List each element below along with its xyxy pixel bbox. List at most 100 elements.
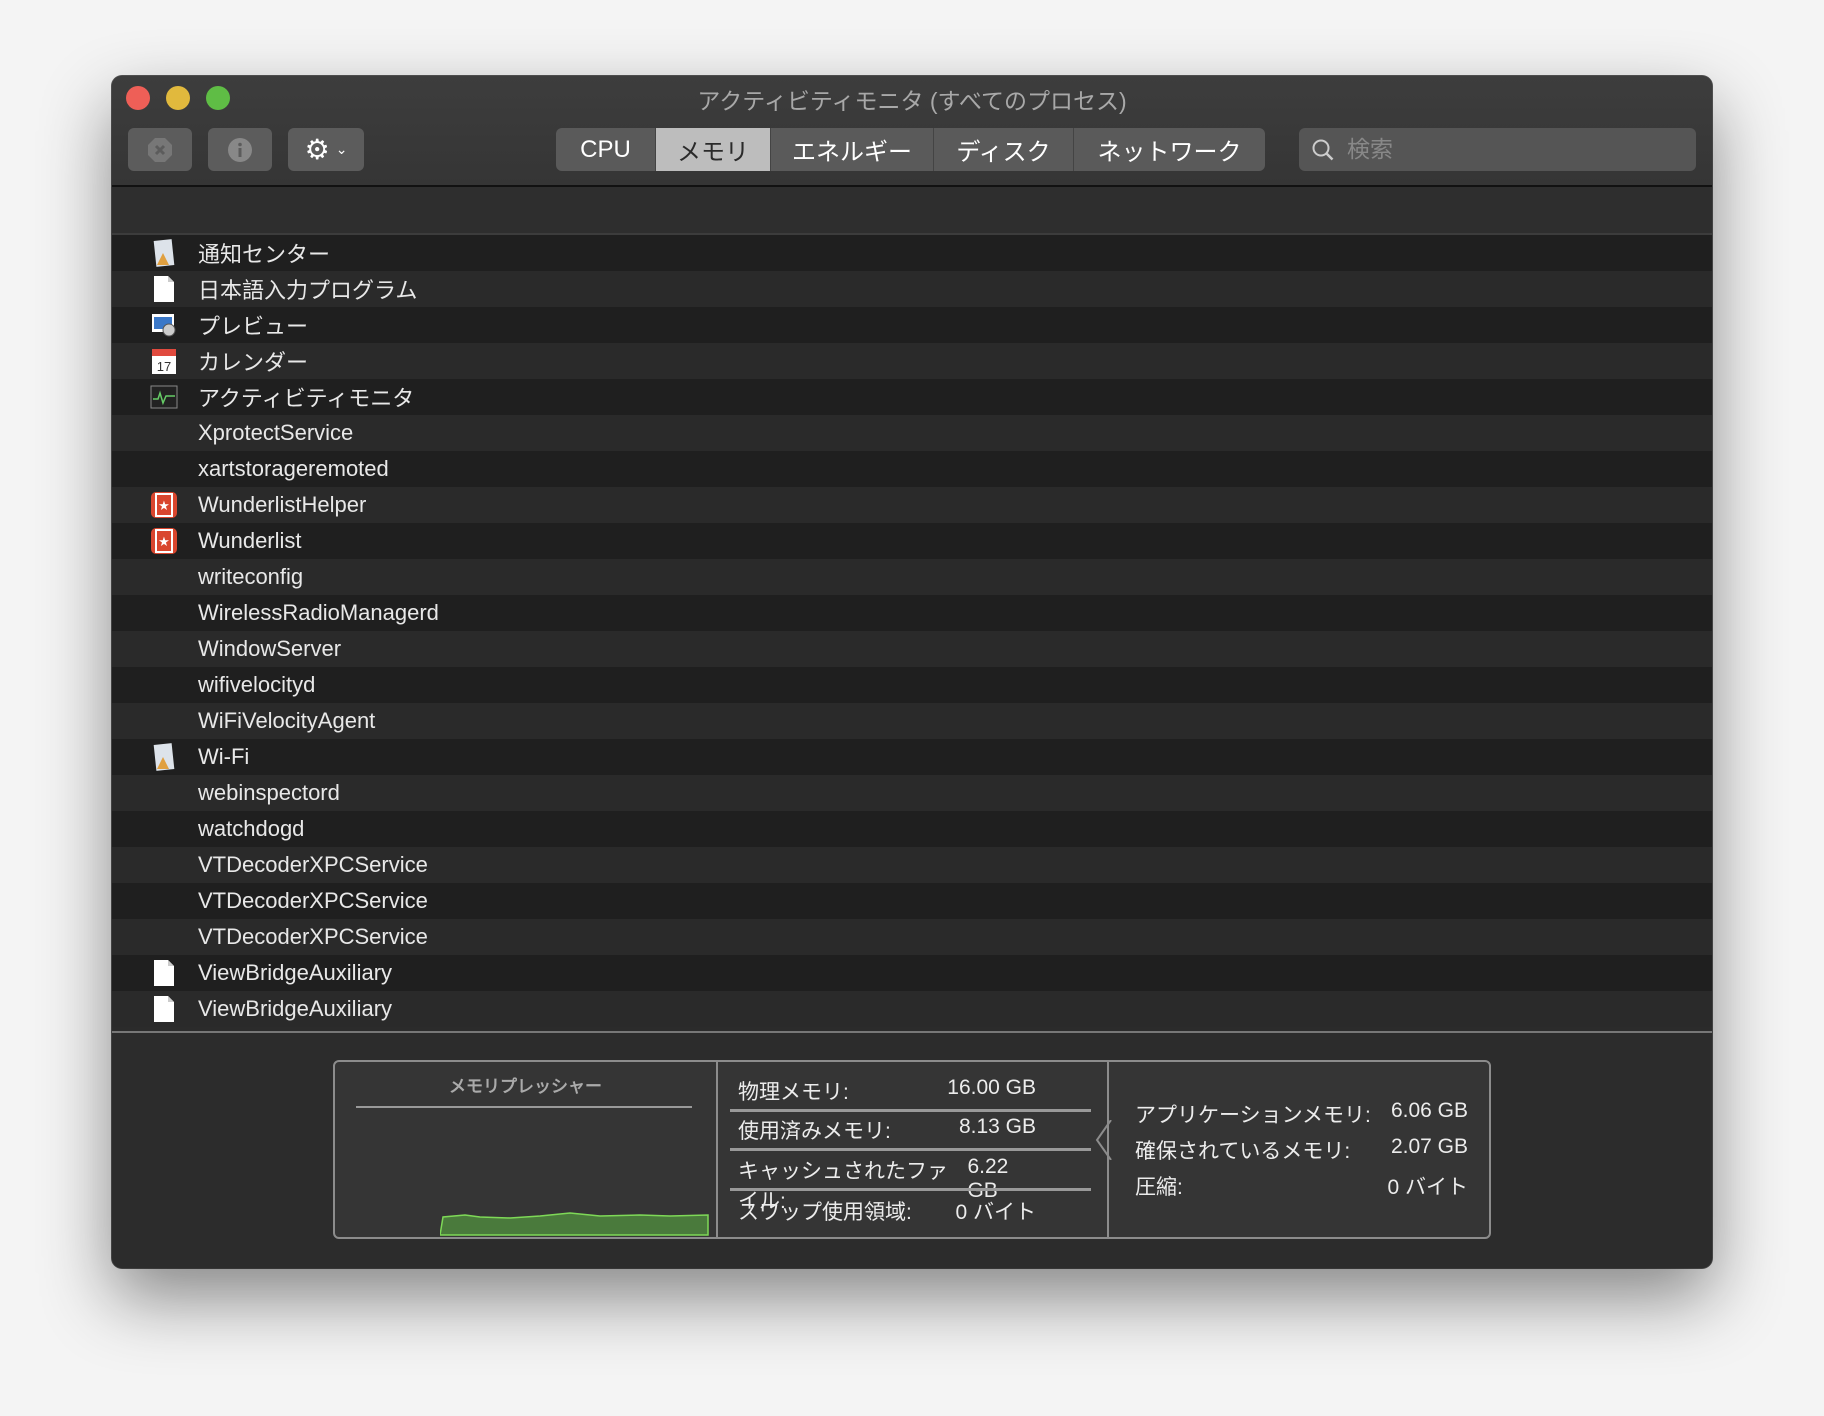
blank-icon [150, 707, 178, 735]
blank-icon [150, 851, 178, 879]
memory-stat: 物理メモリ: 16.00 GB [738, 1076, 1036, 1106]
process-name: Wunderlist [198, 528, 302, 553]
svg-text:★: ★ [158, 534, 170, 549]
svg-text:★: ★ [158, 498, 170, 513]
info-button[interactable] [208, 128, 272, 171]
process-name: 日本語入力プログラム [198, 278, 418, 303]
search-field[interactable] [1299, 128, 1696, 171]
memory-panel: メモリプレッシャー 物理メモリ: 16.00 GB 使用済みメモリ: 8.13 GB キ… [333, 1060, 1491, 1239]
process-row[interactable]: watchdogd [112, 811, 1712, 847]
svg-text:17: 17 [157, 359, 171, 374]
process-row[interactable]: 日本語入力プログラム [112, 271, 1712, 307]
doc-icon [150, 995, 178, 1023]
app-generic-icon [150, 743, 178, 771]
process-name: XprotectService [198, 420, 354, 445]
process-row[interactable]: WirelessRadioManagerd [112, 595, 1712, 631]
process-name: WindowServer [198, 636, 342, 661]
process-row[interactable]: Wi-Fi [112, 739, 1712, 775]
process-row[interactable]: WiFiVelocityAgent [112, 703, 1712, 739]
memory-pressure-graph [440, 1212, 709, 1236]
process-name: 通知センター [198, 242, 331, 267]
calendar-icon: 17 [150, 347, 178, 375]
process-name: WunderlistHelper [198, 492, 367, 517]
process-name: WiFiVelocityAgent [198, 708, 376, 733]
process-row[interactable]: VTDecoderXPCService [112, 847, 1712, 883]
breakdown-value: 6.06 GB [1390, 1099, 1468, 1122]
blank-icon [150, 887, 178, 915]
stat-label: 使用済みメモリ: [738, 1120, 891, 1143]
blank-icon [150, 599, 178, 627]
process-name: ViewBridgeAuxiliary [198, 960, 393, 985]
preview-icon [150, 311, 178, 339]
process-name: webinspectord [198, 780, 340, 805]
process-name: ViewBridgeAuxiliary [198, 996, 393, 1021]
process-row[interactable]: wifivelocityd [112, 667, 1712, 703]
doc-icon [150, 959, 178, 987]
divider [730, 1109, 1091, 1112]
column-header[interactable] [112, 187, 1712, 235]
process-row[interactable]: webinspectord [112, 775, 1712, 811]
process-row[interactable]: ★ Wunderlist [112, 523, 1712, 559]
process-name: wifivelocityd [198, 672, 316, 697]
search-icon [1312, 139, 1334, 160]
tab-energy[interactable]: エネルギー [771, 128, 934, 171]
breakdown-value: 0 バイト [1387, 1176, 1468, 1199]
stat-value: 0 バイト [955, 1201, 1036, 1224]
process-row[interactable]: 17 カレンダー [112, 343, 1712, 379]
process-row[interactable]: VTDecoderXPCService [112, 883, 1712, 919]
memory-pressure: メモリプレッシャー [335, 1062, 718, 1237]
wunderlist-icon: ★ [150, 527, 178, 555]
search-input[interactable] [1347, 136, 1667, 163]
doc-icon [150, 275, 178, 303]
blank-icon [150, 455, 178, 483]
tab-memory[interactable]: メモリ [656, 128, 771, 171]
stop-process-button[interactable] [128, 128, 192, 171]
action-menu-button[interactable]: ⚙ ⌄ [288, 128, 364, 171]
process-row[interactable]: ★ WunderlistHelper [112, 487, 1712, 523]
stat-label: スワップ使用領域: [738, 1201, 912, 1224]
process-name: writeconfig [198, 564, 304, 589]
tab-disk[interactable]: ディスク [934, 128, 1074, 171]
memory-pressure-area [440, 1212, 709, 1236]
process-name: WirelessRadioManagerd [198, 600, 439, 625]
app-generic-icon [150, 239, 178, 267]
window-title: アクティビティモニタ (すべてのプロセス) [697, 88, 1127, 114]
process-row[interactable]: アクティビティモニタ [112, 379, 1712, 415]
chevron-down-icon: ⌄ [335, 141, 348, 157]
memory-pressure-title: メモリプレッシャー [449, 1077, 602, 1096]
process-list: 通知センター日本語入力プログラム プレビュー 17 カレンダーアクティビティモニタ Xp… [112, 235, 1712, 1027]
process-name: xartstorageremoted [198, 456, 389, 481]
process-row[interactable]: 通知センター [112, 235, 1712, 271]
activity-monitor-window: アクティビティモニタ (すべてのプロセス) ⚙ ⌄ CPU メモリ エネルギー … [112, 76, 1712, 1268]
breakdown-label: 圧縮: [1135, 1176, 1183, 1199]
process-row[interactable]: VTDecoderXPCService [112, 919, 1712, 955]
breakdown-label: アプリケーションメモリ: [1135, 1104, 1371, 1127]
process-row[interactable]: WindowServer [112, 631, 1712, 667]
process-name: プレビュー [198, 314, 309, 339]
blank-icon [150, 419, 178, 447]
process-name: VTDecoderXPCService [198, 852, 428, 877]
process-row[interactable]: xartstorageremoted [112, 451, 1712, 487]
bracket-pointer [1095, 1120, 1112, 1160]
memory-summary: メモリプレッシャー 物理メモリ: 16.00 GB 使用済みメモリ: 8.13 GB キ… [112, 1031, 1712, 1268]
divider [730, 1148, 1091, 1151]
process-row[interactable]: ViewBridgeAuxiliary [112, 991, 1712, 1027]
process-row[interactable]: プレビュー [112, 307, 1712, 343]
tab-cpu[interactable]: CPU [556, 128, 656, 171]
process-row[interactable]: writeconfig [112, 559, 1712, 595]
process-name: VTDecoderXPCService [198, 888, 428, 913]
process-name: アクティビティモニタ [198, 386, 415, 411]
stat-value: 8.13 GB [958, 1115, 1036, 1138]
wunderlist-icon: ★ [150, 491, 178, 519]
tab-network[interactable]: ネットワーク [1074, 128, 1265, 171]
process-name: Wi-Fi [198, 744, 250, 769]
memory-stat: 使用済みメモリ: 8.13 GB [738, 1115, 1036, 1145]
process-row[interactable]: XprotectService [112, 415, 1712, 451]
x-octagon-icon [148, 137, 172, 162]
blank-icon [150, 815, 178, 843]
blank-icon [150, 923, 178, 951]
divider [356, 1106, 692, 1108]
memory-stats: 物理メモリ: 16.00 GB 使用済みメモリ: 8.13 GB キャッシュされたファイ… [718, 1062, 1109, 1237]
process-row[interactable]: ViewBridgeAuxiliary [112, 955, 1712, 991]
stat-value: 16.00 GB [947, 1076, 1036, 1099]
